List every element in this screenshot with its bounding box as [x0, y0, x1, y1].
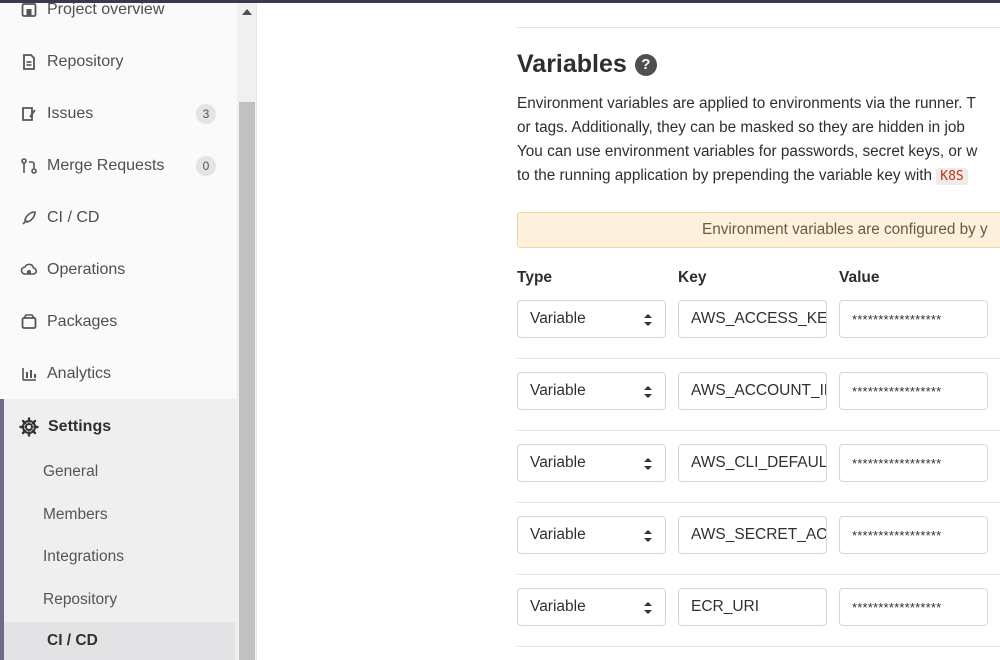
sidebar-item-analytics[interactable]: Analytics [0, 348, 237, 400]
settings-label: Settings [48, 418, 112, 435]
row-divider [517, 430, 1000, 431]
sidebar-item-merge-requests[interactable]: Merge Requests 0 [0, 140, 237, 192]
sidebar-subitem-general[interactable]: General [43, 463, 98, 481]
warning-alert: Environment variables are configured by … [517, 212, 1000, 248]
sidebar-subitem-members[interactable]: Members [43, 506, 108, 524]
key-input[interactable]: AWS_ACCOUNT_ID [678, 372, 827, 410]
gear-icon [19, 417, 39, 437]
issues-icon [20, 105, 38, 123]
key-input[interactable]: AWS_CLI_DEFAULT [678, 444, 827, 482]
type-select[interactable]: Variable [517, 444, 666, 482]
column-header-key: Key [678, 269, 707, 286]
row-divider [517, 502, 1000, 503]
main-content: Variables ? Environment variables are ap… [258, 3, 1000, 660]
row-divider [517, 646, 1000, 647]
sidebar-scrollbar[interactable] [237, 3, 257, 660]
scroll-up-arrow-icon[interactable] [242, 9, 252, 15]
key-input[interactable]: AWS_ACCESS_KEY [678, 300, 827, 338]
type-select[interactable]: Variable [517, 588, 666, 626]
sidebar-item-label: Repository [47, 53, 124, 70]
merge-requests-count-badge: 0 [196, 156, 216, 176]
sidebar-item-issues[interactable]: Issues 3 [0, 88, 237, 140]
type-select[interactable]: Variable [517, 516, 666, 554]
sidebar-item-label: Issues [47, 105, 94, 122]
row-divider [517, 574, 1000, 575]
description-line-2: or tags. Additionally, they can be maske… [517, 119, 965, 136]
column-header-value: Value [839, 269, 880, 286]
settings-section: Settings [0, 399, 237, 660]
merge-request-icon [20, 157, 38, 175]
sidebar-item-settings[interactable]: Settings [4, 399, 237, 455]
page-title: Variables ? [517, 50, 657, 79]
home-icon [20, 3, 38, 19]
type-select-value: Variable [530, 526, 586, 543]
select-arrows-icon [644, 458, 652, 470]
type-select-value: Variable [530, 454, 586, 471]
scroll-thumb[interactable] [239, 102, 255, 660]
sidebar-item-ci-cd[interactable]: CI / CD [0, 192, 237, 244]
sidebar-item-label: CI / CD [47, 209, 100, 226]
sidebar-item-packages[interactable]: Packages [0, 296, 237, 348]
sidebar-item-label: Project overview [47, 3, 165, 18]
sidebar-subitem-integrations[interactable]: Integrations [43, 548, 124, 566]
issues-count-badge: 3 [196, 104, 216, 124]
sidebar-item-label: Packages [47, 313, 118, 330]
code-snippet: K8S [936, 168, 968, 185]
sidebar-item-label: Merge Requests [47, 157, 165, 174]
value-input[interactable]: ***************** [839, 444, 988, 482]
package-icon [20, 313, 38, 331]
type-select[interactable]: Variable [517, 300, 666, 338]
sidebar-subitem-ci-cd[interactable]: CI / CD [47, 632, 98, 650]
description-line-4-text: to the running application by prepending… [517, 167, 932, 184]
doc-icon [20, 53, 38, 71]
key-input[interactable]: AWS_SECRET_ACCESS [678, 516, 827, 554]
key-input[interactable]: ECR_URI [678, 588, 827, 626]
sidebar-subitem-repository[interactable]: Repository [43, 591, 117, 609]
select-arrows-icon [644, 386, 652, 398]
sidebar-item-label: Analytics [47, 365, 112, 382]
description-line-4: to the running application by prepending… [517, 164, 1000, 189]
column-header-type: Type [517, 269, 553, 286]
type-select-value: Variable [530, 382, 586, 399]
cloud-gear-icon [20, 261, 38, 279]
help-icon[interactable]: ? [634, 53, 657, 76]
value-input[interactable]: ***************** [839, 372, 988, 410]
select-arrows-icon [644, 530, 652, 542]
sidebar-subitem-active-bg [4, 622, 235, 660]
sidebar-item-repository[interactable]: Repository [0, 36, 237, 88]
sidebar-item-operations[interactable]: Operations [0, 244, 237, 296]
section-divider [517, 27, 1000, 28]
value-input[interactable]: ***************** [839, 588, 988, 626]
select-arrows-icon [644, 602, 652, 614]
variables-title: Variables [517, 50, 627, 78]
sidebar-item-label: Operations [47, 261, 126, 278]
row-divider [517, 358, 1000, 359]
sidebar: Project overview Repository Issues 3 Mer… [0, 3, 237, 660]
type-select-value: Variable [530, 598, 586, 615]
description-line-1: Environment variables are applied to env… [517, 95, 976, 112]
description-line-3: You can use environment variables for pa… [517, 143, 978, 160]
chart-icon [20, 365, 38, 383]
type-select-value: Variable [530, 310, 586, 327]
type-select[interactable]: Variable [517, 372, 666, 410]
rocket-icon [20, 209, 38, 227]
select-arrows-icon [644, 314, 652, 326]
value-input[interactable]: ***************** [839, 516, 988, 554]
sidebar-item-project-overview[interactable]: Project overview [0, 3, 237, 36]
value-input[interactable]: ***************** [839, 300, 988, 338]
